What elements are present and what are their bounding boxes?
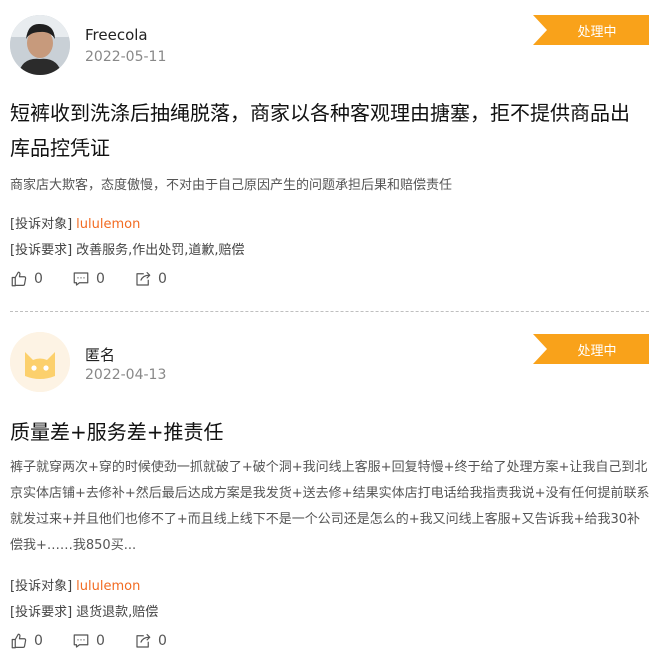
target-link[interactable]: lululemon: [76, 217, 140, 232]
complaint-title[interactable]: 短裤收到洗涤后抽绳脱落，商家以各种客观理由搪塞，拒不提供商品出库品控凭证: [10, 96, 649, 166]
target-label: [投诉对象]: [10, 217, 73, 232]
target-label: [投诉对象]: [10, 579, 73, 594]
thumbs-up-icon: [11, 271, 27, 287]
user-photo-icon: [10, 15, 70, 75]
comment-icon: [73, 272, 89, 286]
demand-label: [投诉要求]: [10, 243, 73, 258]
action-bar: 0 0 0: [10, 632, 196, 650]
username[interactable]: Freecola: [85, 26, 148, 44]
demand-label: [投诉要求]: [10, 605, 73, 620]
complaint-card[interactable]: Freecola 2022-05-11 处理中 短裤收到洗涤后抽绳脱落，商家以各…: [0, 0, 659, 312]
share-button[interactable]: 0: [134, 632, 196, 650]
share-button[interactable]: 0: [134, 270, 196, 288]
complaint-target: [投诉对象] lululemon: [10, 213, 140, 232]
comment-icon: [73, 634, 89, 648]
status-badge: 处理中: [533, 15, 649, 45]
complaint-description: 裤子就穿两次+穿的时候使劲一抓就破了+破个洞+我问线上客服+回复特慢+终于给了处…: [10, 460, 650, 553]
target-link[interactable]: lululemon: [76, 579, 140, 594]
share-count: 0: [158, 271, 167, 287]
post-date: 2022-04-13: [85, 367, 167, 383]
like-count: 0: [34, 271, 43, 287]
share-icon: [136, 633, 151, 648]
like-button[interactable]: 0: [10, 270, 72, 288]
comment-button[interactable]: 0: [72, 270, 134, 288]
demand-value: 改善服务,作出处罚,道歉,赔偿: [76, 243, 245, 258]
divider: [10, 311, 649, 312]
comment-button[interactable]: 0: [72, 632, 134, 650]
share-icon: [136, 271, 151, 286]
complaint-card[interactable]: 匿名 2022-04-13 处理中 质量差+服务差+推责任 裤子就穿两次+穿的时…: [0, 318, 659, 663]
avatar[interactable]: [10, 15, 70, 75]
complaint-target: [投诉对象] lululemon: [10, 575, 140, 594]
complaint-demand: [投诉要求] 改善服务,作出处罚,道歉,赔偿: [10, 239, 245, 258]
status-badge: 处理中: [533, 334, 649, 364]
comment-count: 0: [96, 271, 105, 287]
cat-avatar-icon: [10, 332, 70, 392]
like-count: 0: [34, 633, 43, 649]
demand-value: 退货退款,赔偿: [76, 605, 159, 620]
share-count: 0: [158, 633, 167, 649]
comment-count: 0: [96, 633, 105, 649]
username[interactable]: 匿名: [85, 344, 115, 365]
complaint-title[interactable]: 质量差+服务差+推责任: [10, 415, 649, 450]
avatar[interactable]: [10, 332, 70, 392]
thumbs-up-icon: [11, 633, 27, 649]
like-button[interactable]: 0: [10, 632, 72, 650]
action-bar: 0 0 0: [10, 270, 196, 288]
complaint-description: 商家店大欺客，态度傲慢，不对由于自己原因产生的问题承担后果和赔偿责任: [10, 178, 453, 193]
post-date: 2022-05-11: [85, 49, 167, 65]
complaint-demand: [投诉要求] 退货退款,赔偿: [10, 601, 158, 620]
